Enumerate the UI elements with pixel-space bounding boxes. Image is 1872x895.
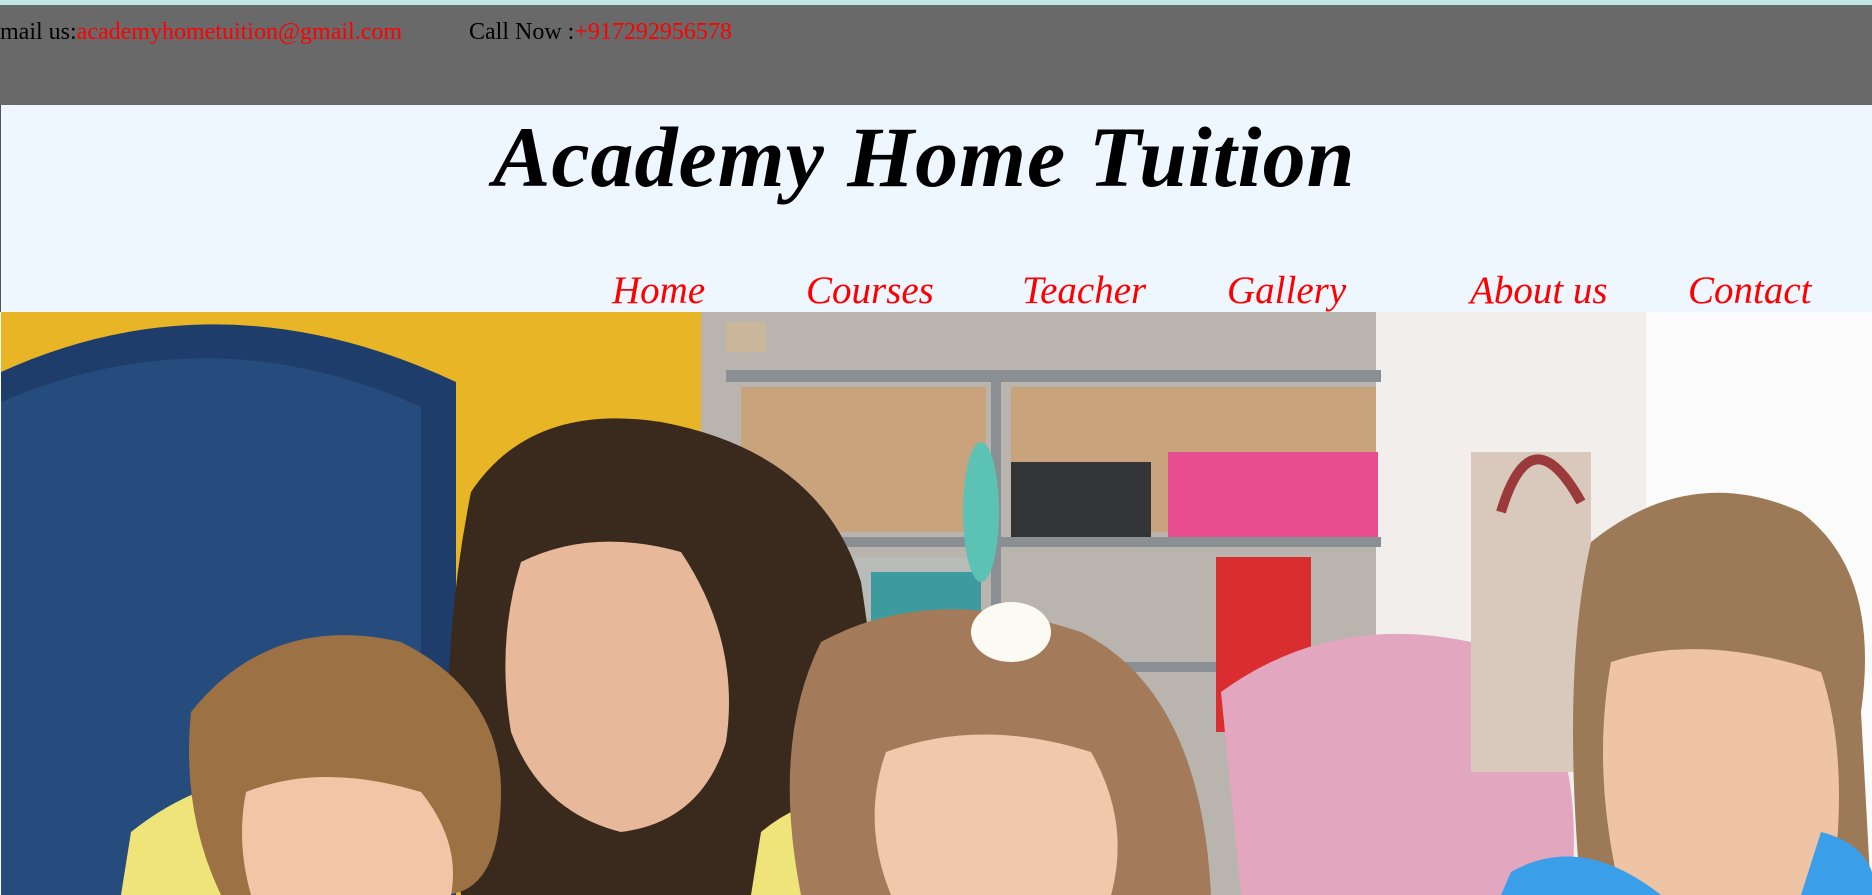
mail-label: mail us: bbox=[0, 19, 77, 45]
nav-home[interactable]: Home bbox=[612, 268, 705, 313]
nav-about-us[interactable]: About us bbox=[1470, 268, 1608, 313]
mail-contact: mail us:academyhometuition@gmail.com bbox=[0, 19, 402, 46]
site-header: Academy Home Tuition Home Courses Teache… bbox=[0, 105, 1872, 312]
contact-bar: mail us:academyhometuition@gmail.com Cal… bbox=[0, 5, 1872, 105]
call-label: Call Now : bbox=[469, 19, 575, 45]
phone-link[interactable]: +917292956578 bbox=[574, 19, 732, 45]
hero-photo-illustration bbox=[1, 312, 1872, 895]
email-link[interactable]: academyhometuition@gmail.com bbox=[77, 19, 402, 45]
nav-courses[interactable]: Courses bbox=[806, 268, 934, 313]
nav-teacher[interactable]: Teacher bbox=[1022, 268, 1146, 313]
nav-gallery[interactable]: Gallery bbox=[1227, 268, 1346, 313]
nav-contact[interactable]: Contact bbox=[1688, 268, 1812, 313]
page: mail us:academyhometuition@gmail.com Cal… bbox=[0, 0, 1872, 895]
call-contact: Call Now :+917292956578 bbox=[469, 19, 732, 46]
site-title: Academy Home Tuition bbox=[493, 109, 1356, 205]
hero-image bbox=[1, 312, 1872, 895]
